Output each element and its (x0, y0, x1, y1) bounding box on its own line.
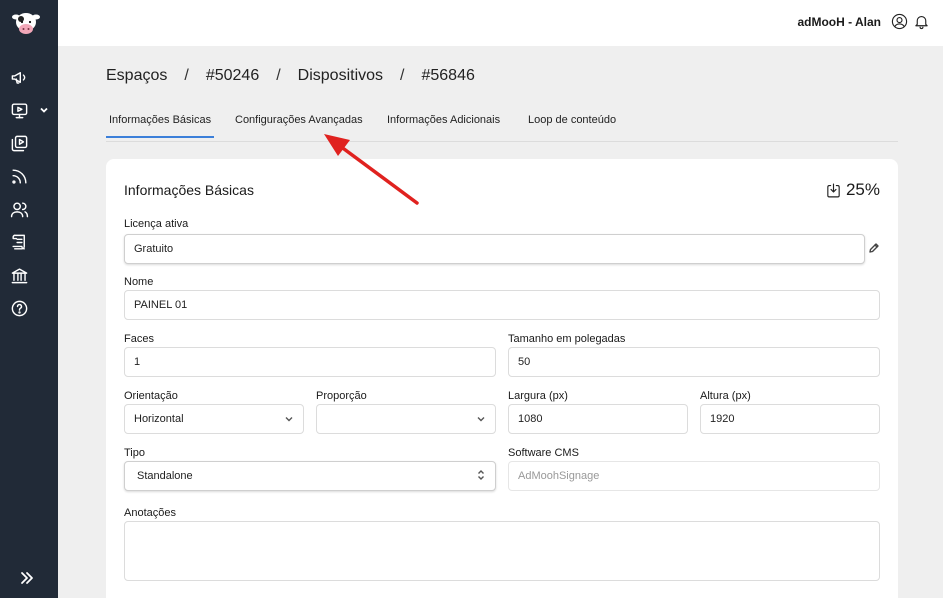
updown-chevron-icon (476, 469, 486, 480)
orientation-select[interactable]: Horizontal (124, 404, 304, 434)
download-icon (827, 183, 840, 197)
media-library-icon[interactable] (8, 132, 30, 154)
bank-icon[interactable] (8, 264, 30, 286)
breadcrumb-dispositivos[interactable]: Dispositivos (298, 67, 383, 85)
bell-icon[interactable] (913, 13, 931, 31)
breadcrumb-space-id[interactable]: #50246 (206, 67, 259, 85)
size-value: 50 (518, 356, 531, 368)
double-chevron-right-icon[interactable] (19, 570, 37, 588)
faces-label: Faces (124, 333, 154, 345)
cow-logo-icon[interactable] (11, 9, 41, 37)
pencil-icon[interactable] (868, 241, 880, 253)
width-value: 1080 (518, 413, 543, 425)
cms-label: Software CMS (508, 447, 579, 459)
breadcrumb-device-id: #56846 (421, 67, 475, 84)
scroll-icon[interactable] (8, 231, 30, 253)
height-label: Altura (px) (700, 390, 751, 402)
breadcrumb-espacos[interactable]: Espaços (106, 67, 167, 85)
breadcrumb: Espaços / #50246 / Dispositivos / #56846 (106, 67, 475, 85)
faces-input[interactable]: 1 (124, 347, 496, 377)
name-input[interactable]: PAINEL 01 (124, 290, 880, 320)
chevron-down-icon (476, 414, 486, 424)
help-icon[interactable] (8, 297, 30, 319)
monitor-play-icon[interactable] (8, 99, 30, 121)
basic-info-card: Informações Básicas 25% Licença ativa Gr… (106, 159, 898, 598)
notes-label: Anotações (124, 507, 176, 519)
completion-indicator: 25% (825, 180, 880, 200)
orientation-label: Orientação (124, 390, 178, 402)
proportion-select[interactable] (316, 404, 496, 434)
license-value: Gratuito (134, 243, 174, 255)
faces-value: 1 (134, 356, 141, 368)
chevron-down-icon[interactable] (38, 103, 52, 117)
rss-icon[interactable] (8, 165, 30, 187)
height-value: 1920 (710, 413, 735, 425)
notes-textarea[interactable] (124, 521, 880, 581)
breadcrumb-separator: / (276, 67, 281, 84)
type-select[interactable]: Standalone (124, 461, 496, 491)
width-input[interactable]: 1080 (508, 404, 688, 434)
tab-configuracoes-avancadas[interactable]: Configurações Avançadas (235, 114, 363, 126)
tab-bar: Informações Básicas Configurações Avança… (106, 112, 898, 142)
size-label: Tamanho em polegadas (508, 333, 626, 345)
license-field[interactable]: Gratuito (124, 234, 865, 264)
card-title: Informações Básicas (124, 182, 254, 198)
license-label: Licença ativa (124, 218, 189, 230)
breadcrumb-separator: / (184, 67, 189, 84)
name-value: PAINEL 01 (134, 299, 188, 311)
tab-loop-de-conteudo[interactable]: Loop de conteúdo (528, 114, 616, 126)
chevron-down-icon (284, 414, 294, 424)
orientation-value: Horizontal (134, 413, 184, 425)
width-label: Largura (px) (508, 390, 568, 402)
breadcrumb-separator: / (400, 67, 405, 84)
users-icon[interactable] (8, 198, 30, 220)
type-value: Standalone (137, 470, 193, 482)
proportion-label: Proporção (316, 390, 367, 402)
completion-percent: 25% (845, 180, 880, 199)
sidebar (0, 0, 58, 598)
topbar: adMooH - Alan (58, 0, 943, 46)
user-circle-icon[interactable] (891, 13, 909, 31)
height-input[interactable]: 1920 (700, 404, 880, 434)
tab-informacoes-adicionais[interactable]: Informações Adicionais (387, 114, 500, 126)
user-name[interactable]: adMooH - Alan (797, 15, 881, 29)
cms-value: AdMoohSignage (518, 470, 600, 482)
name-label: Nome (124, 276, 154, 288)
tab-informacoes-basicas[interactable]: Informações Básicas (106, 114, 215, 138)
megaphone-icon[interactable] (8, 66, 30, 88)
size-input[interactable]: 50 (508, 347, 880, 377)
cms-input: AdMoohSignage (508, 461, 880, 491)
type-label: Tipo (124, 447, 145, 459)
